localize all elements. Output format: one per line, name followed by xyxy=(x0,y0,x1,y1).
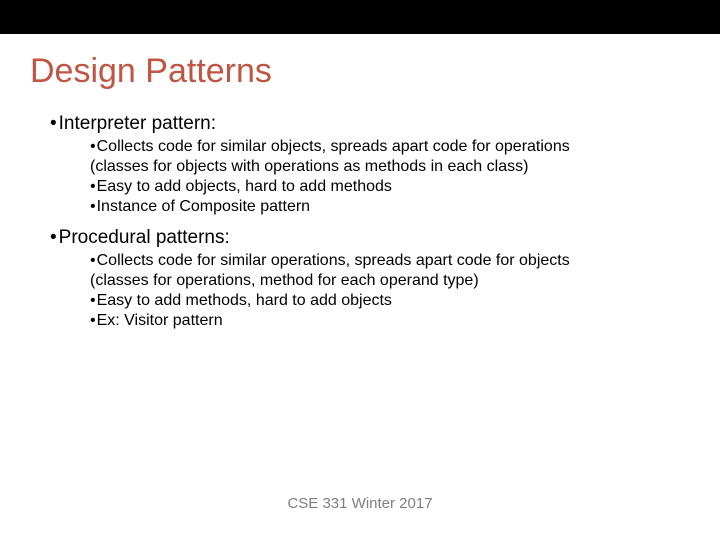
topic-heading: Procedural patterns: xyxy=(50,227,690,249)
sub-item: •Easy to add objects, hard to add method… xyxy=(90,177,690,197)
top-bar xyxy=(0,0,720,34)
sub-item: •Easy to add methods, hard to add object… xyxy=(90,291,690,311)
sub-item-text: Easy to add methods, hard to add objects xyxy=(97,292,392,309)
sub-item-continuation: (classes for operations, method for each… xyxy=(90,271,690,291)
sub-item: •Collects code for similar operations, s… xyxy=(90,251,690,271)
slide-title: Design Patterns xyxy=(30,52,690,91)
topic-heading: Interpreter pattern: xyxy=(50,113,690,135)
slide-content: Design Patterns Interpreter pattern: •Co… xyxy=(0,34,720,331)
sub-item: •Collects code for similar objects, spre… xyxy=(90,137,690,157)
footer-text: CSE 331 Winter 2017 xyxy=(0,495,720,512)
sub-item-continuation: (classes for objects with operations as … xyxy=(90,157,690,177)
topic-sublist: •Collects code for similar objects, spre… xyxy=(90,137,690,217)
sub-item-text: Easy to add objects, hard to add methods xyxy=(97,178,392,195)
sub-item-text: Collects code for similar operations, sp… xyxy=(97,252,570,269)
sub-item: •Ex: Visitor pattern xyxy=(90,311,690,331)
sub-item-text: Ex: Visitor pattern xyxy=(97,312,223,329)
sub-item: •Instance of Composite pattern xyxy=(90,197,690,217)
sub-item-text: Instance of Composite pattern xyxy=(97,198,310,215)
sub-item-text: Collects code for similar objects, sprea… xyxy=(97,138,570,155)
topic-sublist: •Collects code for similar operations, s… xyxy=(90,251,690,331)
